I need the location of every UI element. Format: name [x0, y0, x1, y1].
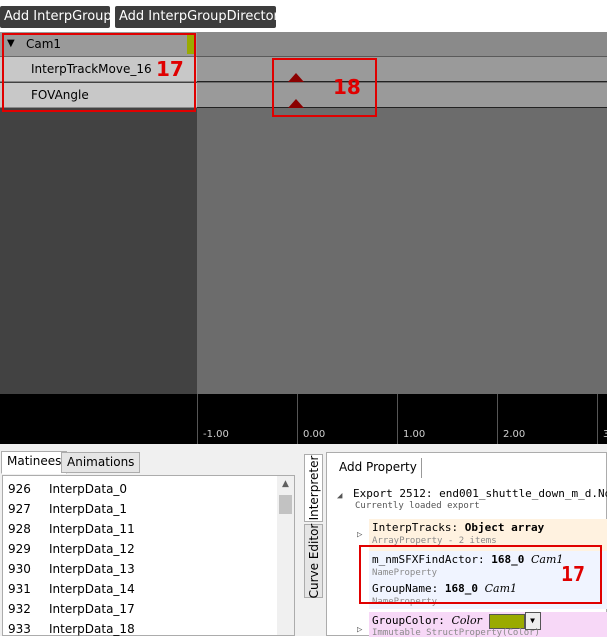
- scroll-up-icon[interactable]: ▲: [277, 476, 294, 493]
- ruler-tick: [497, 394, 498, 444]
- ruler-tick-label: -1.00: [203, 429, 229, 440]
- prop-value-italic: Color: [451, 614, 482, 627]
- scroll-thumb[interactable]: [279, 495, 292, 514]
- property-group-color[interactable]: GroupColor: Color ▼ Immutable StructProp…: [369, 612, 607, 638]
- ruler-tick: [297, 394, 298, 444]
- annotation-number: 17: [156, 57, 184, 81]
- tab-label: Curve Editor: [306, 523, 321, 599]
- timeline-track-lane: [197, 57, 607, 82]
- item-index: 932: [8, 602, 31, 616]
- timeline-group-lane: [197, 32, 607, 57]
- item-index: 928: [8, 522, 31, 536]
- item-index: 930: [8, 562, 31, 576]
- matinee-list[interactable]: 926 InterpData_0 927 InterpData_1 928 Inter…: [2, 475, 295, 636]
- timeline[interactable]: [197, 32, 607, 394]
- item-name: InterpData_14: [49, 582, 135, 596]
- matinee-editor: ▼ Cam1 InterpTrackMove_16 FOVAngle -1.00…: [0, 32, 607, 444]
- list-item[interactable]: 931 InterpData_14: [3, 579, 278, 599]
- toolbar: Add InterpGroup Add InterpGroupDirector: [0, 0, 607, 30]
- ruler-tick: [397, 394, 398, 444]
- item-name: InterpData_11: [49, 522, 135, 536]
- item-name: InterpData_0: [49, 482, 128, 496]
- tab-animations[interactable]: Animations: [61, 452, 141, 473]
- prop-value: Object array: [464, 521, 545, 534]
- time-ruler[interactable]: -1.00 0.00 1.00 2.00 3: [0, 394, 607, 444]
- item-index: 927: [8, 502, 31, 516]
- item-name: InterpData_12: [49, 542, 135, 556]
- bottom-panels: Matinees Animations 926 InterpData_0 927 I…: [0, 444, 607, 638]
- vertical-tabs: Interpreter Curve Editor: [302, 450, 324, 636]
- list-item[interactable]: 932 InterpData_17: [3, 599, 278, 619]
- add-interp-group-button[interactable]: Add InterpGroup: [0, 6, 112, 28]
- item-index: 933: [8, 622, 31, 636]
- ruler-tick-label: 1.00: [403, 429, 426, 440]
- item-name: InterpData_13: [49, 562, 135, 576]
- add-property-button[interactable]: Add Property: [335, 458, 422, 478]
- expand-arrow-icon[interactable]: ▷: [357, 625, 362, 635]
- ruler-tick: [197, 394, 198, 444]
- item-index: 931: [8, 582, 31, 596]
- tab-interpreter[interactable]: Interpreter: [304, 454, 323, 522]
- item-name: InterpData_18: [49, 622, 135, 636]
- item-name: InterpData_17: [49, 602, 135, 616]
- prop-type: Immutable StructProperty(Color): [372, 628, 540, 638]
- annotation-number: 17: [561, 562, 586, 586]
- annotation-number: 18: [333, 75, 361, 99]
- ruler-tick: [597, 394, 598, 444]
- list-item[interactable]: 933 InterpData_18: [3, 619, 278, 639]
- item-index: 929: [8, 542, 31, 556]
- tab-label: Interpreter: [306, 455, 321, 521]
- list-scrollbar[interactable]: ▲: [277, 476, 294, 635]
- item-name: InterpData_1: [49, 502, 128, 516]
- prop-name: InterpTracks:: [372, 521, 459, 534]
- list-item[interactable]: 927 InterpData_1: [3, 499, 278, 519]
- add-interp-group-director-button[interactable]: Add InterpGroupDirector: [115, 6, 279, 28]
- list-item[interactable]: 928 InterpData_11: [3, 519, 278, 539]
- property-tree[interactable]: ◢ Export 2512: end001_shuttle_down_m_d.N…: [327, 482, 607, 638]
- ruler-tick-label: 3: [603, 429, 607, 440]
- export-title: Export 2512: end001_shuttle_down_m_d.No: [353, 487, 607, 500]
- collapse-arrow-icon[interactable]: ◢: [337, 491, 342, 501]
- interpreter-view: Add Property ◢ Export 2512: end001_shutt…: [326, 452, 607, 638]
- list-item[interactable]: 929 InterpData_12: [3, 539, 278, 559]
- tab-matinees[interactable]: Matinees: [1, 451, 68, 474]
- color-swatch[interactable]: [488, 613, 525, 629]
- matinee-list-pane: Matinees Animations 926 InterpData_0 927 I…: [0, 444, 298, 636]
- ruler-tick-label: 2.00: [503, 429, 526, 440]
- annotation-box-keys: [272, 58, 377, 117]
- list-item[interactable]: 926 InterpData_0: [3, 479, 278, 499]
- list-item[interactable]: 930 InterpData_13: [3, 559, 278, 579]
- ruler-tick-label: 0.00: [303, 429, 326, 440]
- prop-label: InterpTracks: Object array: [372, 521, 544, 534]
- interpreter-pane: Interpreter Curve Editor Add Property ◢ …: [302, 444, 607, 638]
- item-index: 926: [8, 482, 31, 496]
- timeline-track-lane: [197, 83, 607, 108]
- tab-curve-editor[interactable]: Curve Editor: [304, 524, 323, 598]
- export-subtitle: Currently loaded export: [355, 501, 480, 511]
- prop-name: GroupColor:: [372, 614, 445, 627]
- expand-arrow-icon[interactable]: ▷: [357, 530, 362, 540]
